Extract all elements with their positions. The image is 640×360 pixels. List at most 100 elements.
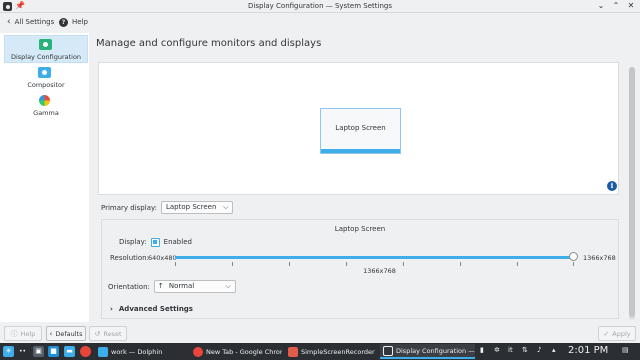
close-button[interactable]: ✕ (626, 1, 636, 11)
slider-tick (460, 262, 461, 266)
laptop-screen-output[interactable]: Laptop Screen (320, 108, 401, 154)
display-icon (39, 39, 52, 50)
slider-tick (289, 262, 290, 266)
help-icon: ? (59, 17, 68, 27)
slider-tick (232, 262, 233, 266)
sidebar-item-label: Compositor (27, 81, 65, 89)
resolution-slider-track[interactable] (175, 256, 573, 259)
check-icon: ✓ (603, 329, 610, 338)
task-screen-recorder[interactable]: SimpleScreenRecorder <3> (285, 344, 377, 359)
info-icon[interactable]: i (607, 181, 617, 191)
defaults-label: Defaults (55, 329, 83, 338)
sidebar: Display Configuration Compositor Gamma (0, 33, 89, 322)
help-button[interactable]: ? Help (59, 16, 88, 28)
task-dolphin[interactable]: work — Dolphin (95, 344, 187, 359)
show-desktop-icon[interactable]: ▤ (622, 346, 629, 354)
enabled-checkbox[interactable] (150, 237, 160, 247)
task-display-configuration[interactable]: Display Configuration — (380, 344, 475, 359)
maximize-button[interactable]: ⌃ (611, 1, 621, 11)
window-icon[interactable]: ■ (48, 346, 59, 357)
slider-tick (175, 262, 176, 266)
task-chrome[interactable]: New Tab - Google Chrome (190, 344, 282, 359)
toolbar: ‹ All Settings ? Help (0, 13, 640, 31)
display-preview-area: Laptop Screen i (98, 62, 619, 195)
compositor-icon (38, 67, 51, 78)
system-tray-arrow-icon[interactable]: ▴ (552, 346, 556, 354)
task-label: New Tab - Google Chrome (206, 347, 282, 356)
reset-label: Reset (103, 329, 122, 338)
scrollbar[interactable] (629, 67, 635, 320)
resolution-max-label: 1366x768 (583, 254, 616, 262)
chevron-left-icon: ‹ (7, 17, 11, 27)
help-icon: ⓘ (10, 329, 18, 338)
output-name: Laptop Screen (334, 225, 386, 233)
window-titlebar: 📌 Display Configuration — System Setting… (0, 0, 640, 13)
display-label: Display: (119, 238, 147, 246)
window-title: Display Configuration — System Settings (248, 2, 392, 10)
apply-label: Apply (612, 329, 631, 338)
primary-display-value: Laptop Screen (165, 203, 217, 211)
slider-tick (573, 262, 574, 266)
slider-tick (346, 262, 347, 266)
pager-icon[interactable]: •• (17, 346, 28, 357)
primary-display-row: Primary display: Laptop Screen ⌵ (101, 201, 234, 214)
slider-tick (403, 262, 404, 266)
primary-display-select[interactable]: Laptop Screen ⌵ (160, 201, 234, 214)
sidebar-item-compositor[interactable]: Compositor (4, 64, 88, 92)
resolution-min-label: 640x480 (148, 254, 177, 262)
volume-icon[interactable]: ♪ (537, 346, 541, 354)
network-icon[interactable]: ⇅ (522, 346, 528, 354)
chevron-right-icon: › (110, 305, 113, 313)
help-bottom-button[interactable]: ⓘ Help (4, 326, 42, 341)
all-settings-button[interactable]: ‹ All Settings (7, 16, 54, 28)
output-settings-panel: Laptop Screen Display: Enabled Resolutio… (101, 219, 619, 319)
minimize-button[interactable]: ⌄ (596, 1, 606, 11)
resolution-slider-handle[interactable] (569, 252, 578, 261)
primary-display-label: Primary display: (101, 203, 157, 212)
chevron-down-icon: ⌵ (225, 282, 231, 290)
scrollbar-thumb[interactable] (629, 67, 635, 317)
chrome-icon (193, 346, 203, 357)
page-title: Manage and configure monitors and displa… (96, 38, 322, 49)
screen-primary-bar (321, 149, 400, 153)
help-label: Help (72, 18, 88, 26)
keyboard-layout-icon[interactable]: it (508, 346, 513, 354)
rotate-up-arrow-icon: ↑ (157, 282, 164, 290)
clock[interactable]: 2:01 PM (568, 345, 608, 356)
resolution-current-label: 1366x768 (363, 267, 396, 275)
task-label: Display Configuration — (396, 346, 475, 355)
reset-icon: ↺ (94, 329, 101, 338)
sidebar-item-display-configuration[interactable]: Display Configuration (4, 35, 88, 63)
sidebar-item-label: Display Configuration (10, 53, 82, 61)
orientation-select[interactable]: ↑ Normal ⌵ (153, 280, 236, 293)
sidebar-item-gamma[interactable]: Gamma (4, 92, 88, 120)
orientation-row: Orientation: ↑ Normal ⌵ (108, 280, 236, 293)
chevron-down-icon: ⌵ (223, 203, 229, 211)
chevron-left-icon: ‹ (49, 329, 53, 338)
orientation-value: Normal (168, 282, 195, 290)
clipboard-icon[interactable]: ▮ (480, 346, 484, 354)
app-launcher-icon[interactable]: ✳ (3, 346, 14, 357)
orientation-label: Orientation: (108, 282, 150, 291)
taskbar: ✳ •• ▣ ■ ▬ work — Dolphin New Tab - Goog… (0, 343, 640, 360)
slider-tick (517, 262, 518, 266)
screen-label: Laptop Screen (335, 124, 386, 132)
bluetooth-icon[interactable]: ✲ (494, 346, 500, 354)
reset-button[interactable]: ↺ Reset (89, 326, 127, 341)
gamma-icon (39, 95, 50, 106)
chrome-icon[interactable] (80, 346, 91, 357)
apply-button[interactable]: ✓ Apply (598, 326, 636, 341)
advanced-settings-toggle[interactable]: › Advanced Settings (110, 304, 193, 314)
sidebar-item-label: Gamma (33, 109, 59, 117)
resolution-label: Resolution: (110, 254, 149, 262)
folder-icon[interactable]: ▬ (64, 346, 75, 357)
all-settings-label: All Settings (14, 18, 55, 26)
help-bottom-label: Help (20, 329, 36, 338)
terminal-icon[interactable]: ▣ (33, 346, 44, 357)
system-settings-icon (383, 345, 393, 356)
defaults-button[interactable]: ‹ Defaults (46, 326, 86, 341)
advanced-settings-label: Advanced Settings (118, 305, 193, 313)
enabled-label[interactable]: Enabled (164, 238, 192, 246)
folder-icon (98, 346, 108, 357)
dialog-button-bar: ⓘ Help ‹ Defaults ↺ Reset ✓ Apply (0, 323, 640, 343)
